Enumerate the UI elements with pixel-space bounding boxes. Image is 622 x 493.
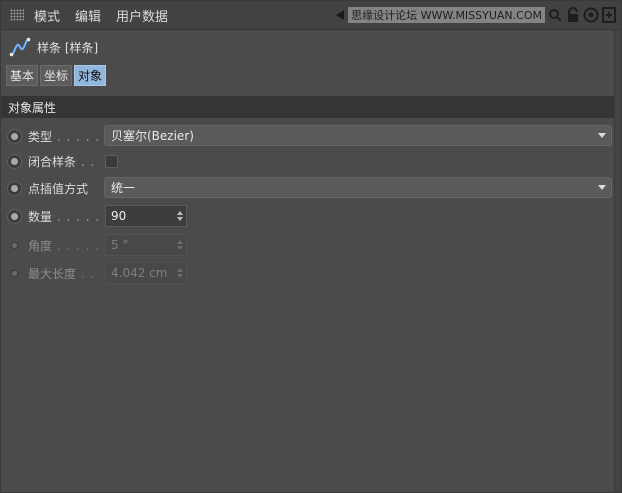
max-length-field-value: 4.042 cm — [111, 266, 168, 280]
animate-radio-number[interactable] — [7, 208, 22, 224]
new-panel-icon[interactable] — [601, 7, 617, 23]
interpolation-dropdown-value: 统一 — [111, 181, 136, 195]
menu-user-data[interactable]: 用户数据 — [116, 6, 168, 25]
property-label: 点插值方式 — [28, 181, 89, 196]
animate-radio-interpolation[interactable] — [7, 180, 22, 196]
object-title: 样条 [样条] — [9, 36, 98, 58]
watermark: 思缘设计论坛 WWW.MISSYUAN.COM — [348, 7, 545, 23]
property-row-type: 类型 . . . . . — [7, 125, 100, 147]
animate-radio-max-length — [9, 267, 20, 279]
angle-field: 5 ° — [105, 234, 187, 256]
property-row-interpolation: 点插值方式 — [7, 177, 100, 199]
property-label: 数量 . . . . . — [28, 209, 100, 224]
type-dropdown-value: 贝塞尔(Bezier) — [111, 129, 194, 143]
spline-icon — [9, 37, 31, 57]
max-length-field: 4.042 cm — [105, 262, 187, 284]
close-spline-checkbox[interactable] — [105, 155, 118, 168]
angle-field-value: 5 ° — [111, 238, 129, 252]
property-row-max-length: 最大长度 . . — [7, 262, 100, 284]
max-length-stepper-icon — [177, 268, 183, 278]
scrollbar[interactable] — [614, 30, 621, 492]
chevron-down-icon — [598, 133, 606, 138]
chevron-down-icon — [598, 185, 606, 190]
number-field-value: 90 — [111, 209, 127, 223]
interpolation-dropdown[interactable]: 统一 — [104, 177, 612, 198]
attribute-manager-panel: 模式 编辑 用户数据 思缘设计论坛 WWW.MISSYUAN.COM 样条 [样… — [0, 0, 622, 493]
property-row-close-spline: 闭合样条 . . — [7, 150, 100, 172]
animate-radio-type[interactable] — [7, 128, 22, 144]
property-row-number: 数量 . . . . . — [7, 205, 100, 227]
angle-stepper-icon — [177, 240, 183, 250]
lock-icon[interactable] — [565, 7, 581, 23]
grip-icon[interactable] — [10, 9, 24, 21]
property-label: 最大长度 . . — [28, 266, 96, 281]
number-field[interactable]: 90 — [105, 205, 187, 227]
property-label: 类型 . . . . . — [28, 129, 100, 144]
tab-bar: 基本 坐标 对象 — [6, 65, 107, 86]
property-label: 闭合样条 . . — [28, 154, 96, 169]
menu-bar: 模式 编辑 用户数据 思缘设计论坛 WWW.MISSYUAN.COM — [1, 1, 621, 30]
tab-basic[interactable]: 基本 — [6, 65, 39, 86]
target-icon[interactable] — [583, 7, 599, 23]
type-dropdown[interactable]: 贝塞尔(Bezier) — [104, 125, 612, 146]
section-title: 对象属性 — [8, 100, 57, 115]
search-icon[interactable] — [547, 7, 563, 23]
section-header: 对象属性 — [1, 96, 615, 118]
menu-edit[interactable]: 编辑 — [75, 6, 101, 25]
property-row-angle: 角度 . . . . . — [7, 234, 100, 256]
tab-object[interactable]: 对象 — [74, 65, 107, 86]
property-label: 角度 . . . . . — [28, 238, 100, 253]
menu-mode[interactable]: 模式 — [34, 6, 60, 25]
animate-radio-angle — [9, 239, 20, 251]
animate-radio-close-spline[interactable] — [7, 153, 22, 169]
number-stepper-icon[interactable] — [177, 211, 183, 221]
back-arrow-icon[interactable] — [336, 10, 345, 20]
tab-coord[interactable]: 坐标 — [40, 65, 73, 86]
object-name: 样条 [样条] — [37, 40, 99, 55]
toolbar-right: 思缘设计论坛 WWW.MISSYUAN.COM — [336, 4, 617, 26]
